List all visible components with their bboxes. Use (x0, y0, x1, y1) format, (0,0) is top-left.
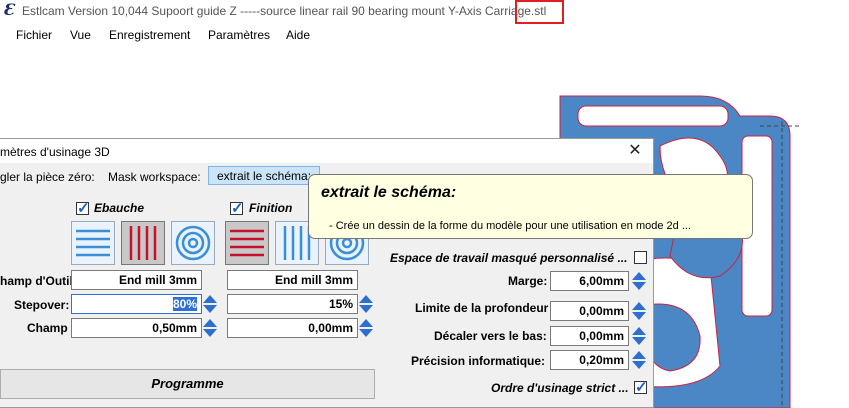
roughing-depth-input[interactable]: 0,50mm (71, 318, 202, 338)
dialog-title: mètres d'usinage 3D (0, 145, 110, 159)
custom-workspace-checkbox[interactable] (634, 251, 647, 264)
finishing-label: Finition (249, 201, 293, 215)
menu-help[interactable]: Aide (286, 28, 310, 42)
set-zero-label[interactable]: gler la pièce zéro: (0, 170, 95, 184)
strict-order-label: Ordre d'usinage strict ... (491, 381, 629, 395)
precision-label: Précision informatique: (411, 354, 546, 368)
shift-down-input[interactable]: 0,00mm (550, 326, 629, 346)
annotation-highlight-box (515, 0, 564, 24)
margin-spinner[interactable] (632, 271, 647, 291)
roughing-vertical-lines-button[interactable] (121, 221, 165, 265)
depth-label: Champ (27, 321, 68, 335)
shift-down-spinner[interactable] (632, 326, 647, 346)
menu-bar: Fichier Vue Enregistrement Paramètres Ai… (0, 24, 849, 46)
precision-input[interactable]: 0,20mm (550, 350, 629, 370)
menu-file[interactable]: Fichier (16, 28, 52, 42)
horizontal-lines-icon (76, 229, 110, 257)
vertical-lines-icon (129, 226, 157, 260)
finishing-stepover-spinner[interactable] (359, 294, 374, 314)
dialog-titlebar: mètres d'usinage 3D ✕ (0, 139, 653, 163)
program-button-label: Programme (151, 376, 224, 391)
roughing-label: Ebauche (94, 201, 145, 215)
mask-workspace-label[interactable]: Mask workspace: (108, 170, 201, 184)
program-button[interactable]: Programme (0, 369, 375, 399)
window-titlebar: Ɛ Estlcam Version 10,044 Supoort guide Z… (0, 0, 849, 22)
horizontal-lines-icon (230, 229, 264, 257)
roughing-checkbox[interactable]: ✓ (76, 200, 90, 217)
shift-down-label: Décaler vers le bas: (434, 329, 547, 343)
extract-outline-tooltip: extrait le schéma: - Crée un dessin de l… (308, 174, 753, 239)
tool-field-label: hamp d'Outil (0, 274, 73, 288)
finishing-depth-spinner[interactable] (359, 318, 374, 338)
close-icon[interactable]: ✕ (625, 141, 645, 161)
strict-order-checkbox[interactable]: ✓ (634, 379, 648, 396)
stepover-label: Stepover: (14, 298, 70, 312)
custom-workspace-label: Espace de travail masqué personnalisé ..… (390, 251, 628, 265)
margin-label: Marge: (508, 274, 548, 288)
window-title: Estlcam Version 10,044 Supoort guide Z -… (22, 4, 547, 18)
finishing-depth-input[interactable]: 0,00mm (227, 318, 358, 338)
roughing-stepover-value: 80% (172, 297, 197, 311)
margin-input[interactable]: 6,00mm (550, 271, 629, 291)
roughing-stepover-input[interactable]: 80% (71, 294, 202, 314)
roughing-depth-spinner[interactable] (203, 318, 218, 338)
menu-view[interactable]: Vue (70, 28, 91, 42)
depth-limit-input[interactable]: 0,00mm (550, 301, 629, 321)
tooltip-title: extrait le schéma: (321, 184, 457, 201)
roughing-tool-select[interactable]: End mill 3mm (71, 270, 202, 290)
precision-spinner[interactable] (632, 350, 647, 370)
finishing-stepover-input[interactable]: 15% (227, 294, 358, 314)
menu-settings[interactable]: Paramètres (208, 28, 270, 42)
estlcam-logo-icon: Ɛ (3, 0, 15, 19)
roughing-horizontal-lines-button[interactable] (71, 221, 115, 265)
roughing-spiral-button[interactable] (171, 221, 215, 265)
depth-limit-label: Limite de la profondeur (415, 301, 549, 315)
roughing-stepover-spinner[interactable] (203, 294, 218, 314)
extract-outline-button[interactable]: extrait le schéma: (208, 166, 321, 185)
spiral-icon (175, 225, 211, 261)
depth-limit-spinner[interactable] (632, 301, 647, 321)
finishing-checkbox[interactable]: ✓ (230, 200, 244, 217)
finishing-horizontal-lines-button[interactable] (225, 221, 269, 265)
tooltip-body: - Crée un dessin de la forme du modèle p… (329, 220, 691, 232)
menu-save[interactable]: Enregistrement (109, 28, 190, 42)
finishing-tool-select[interactable]: End mill 3mm (227, 270, 358, 290)
